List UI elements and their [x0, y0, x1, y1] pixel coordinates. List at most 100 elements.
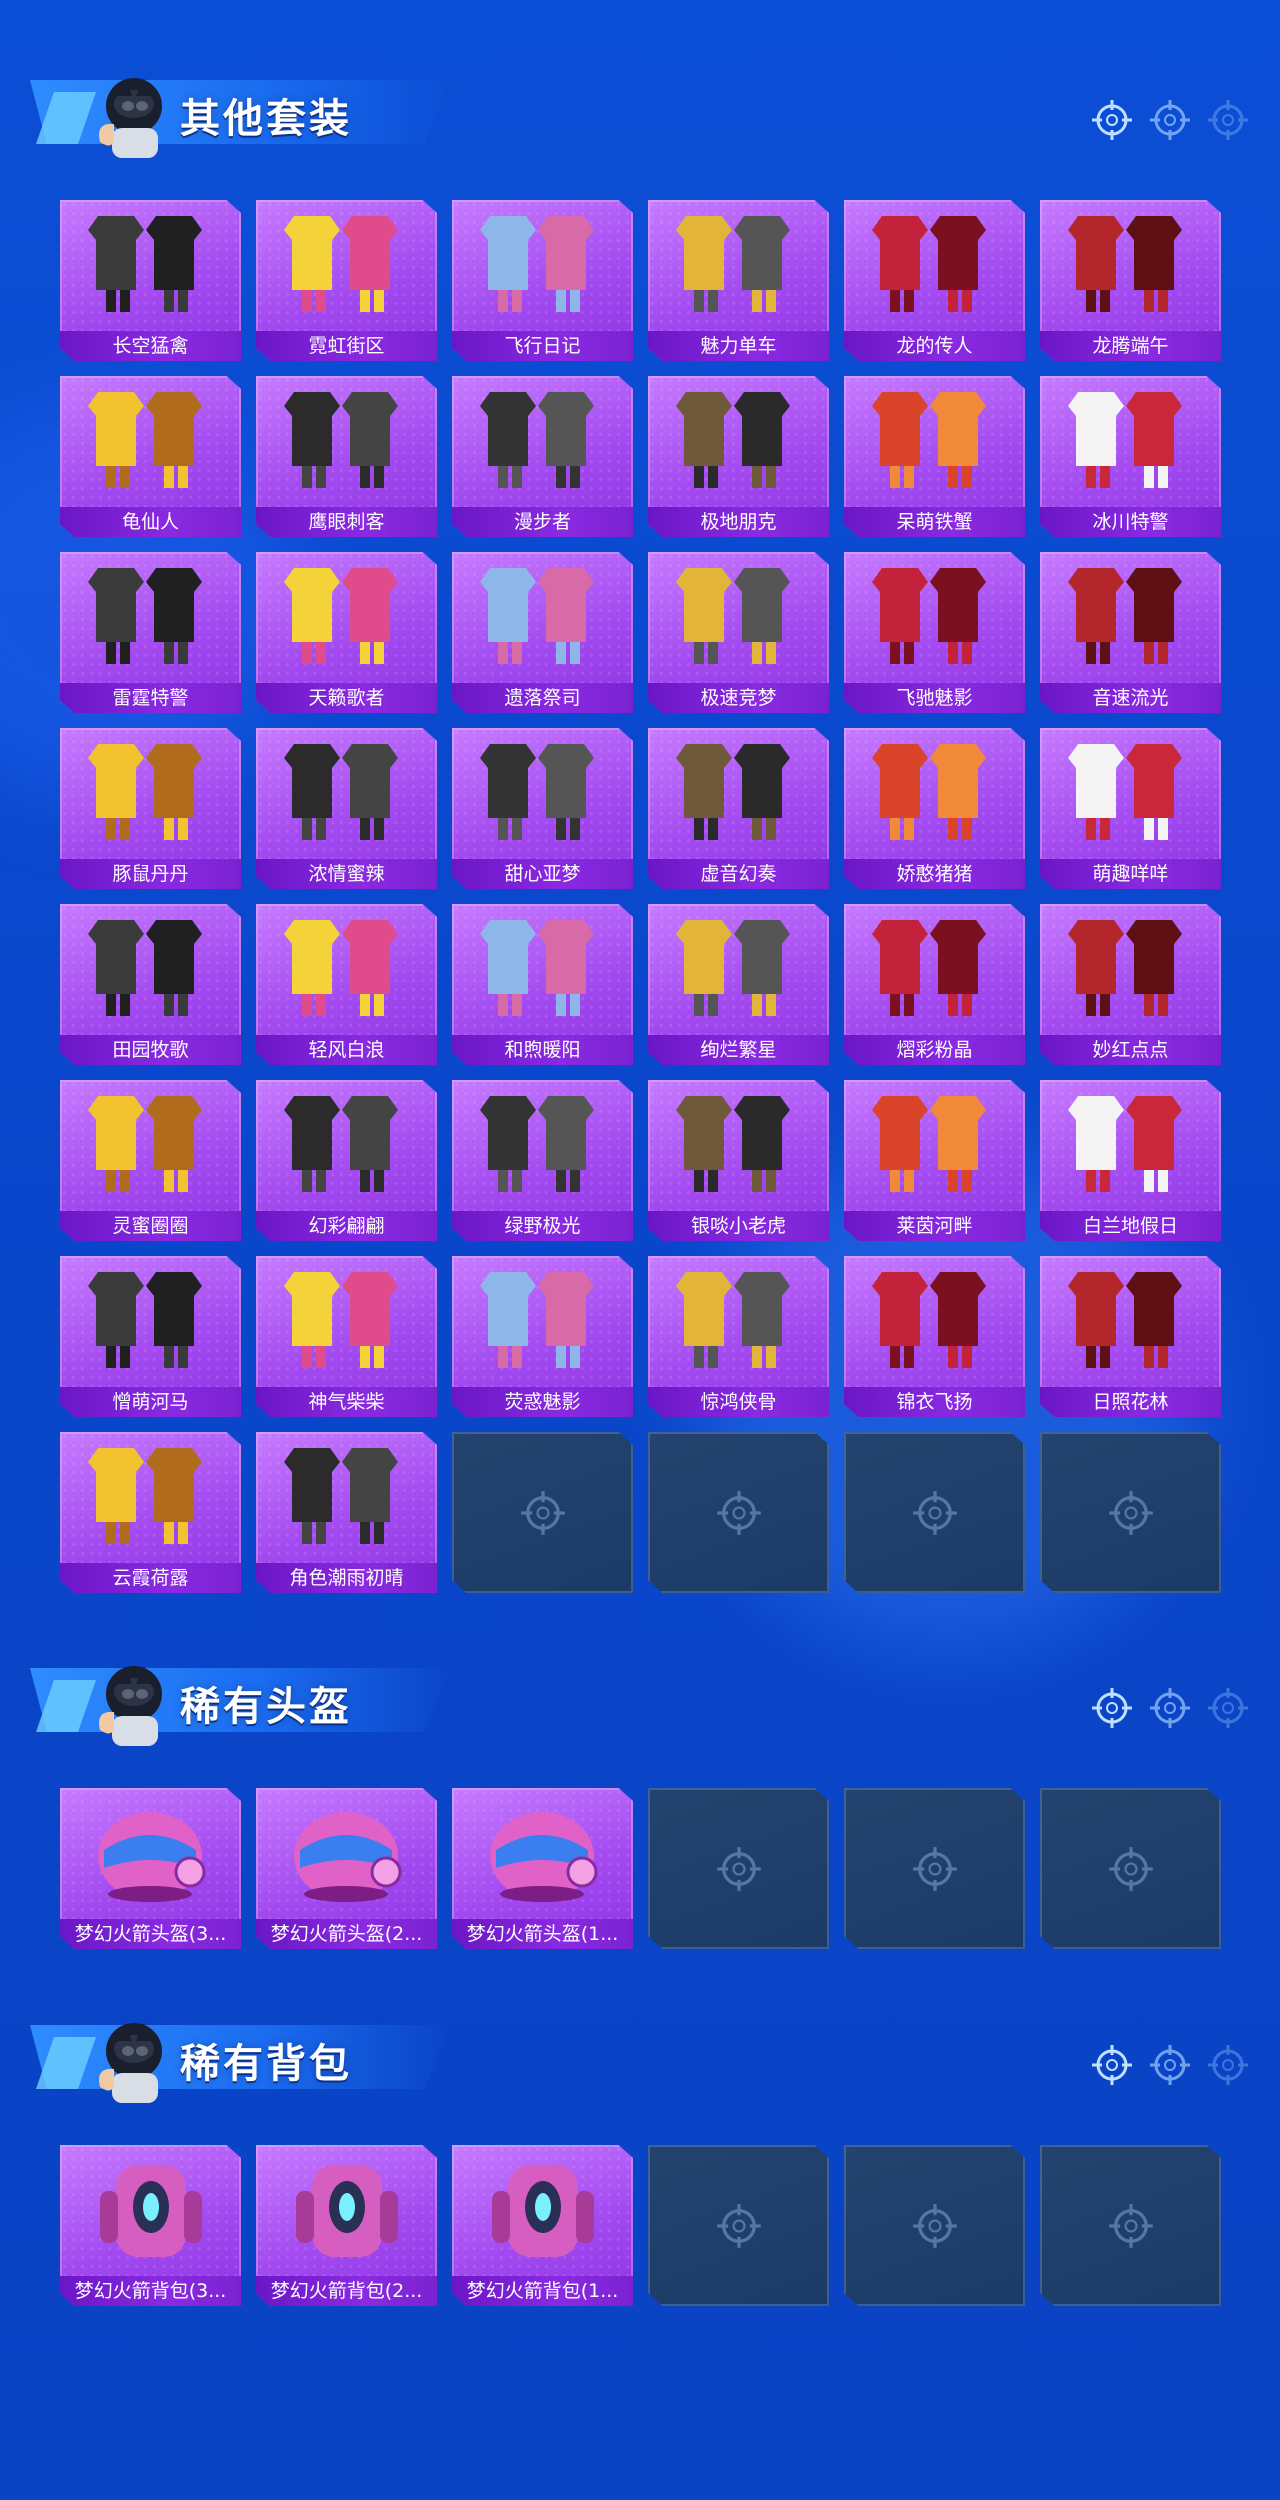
outfit-icon [88, 216, 202, 312]
item-card[interactable]: 长空猛禽 [60, 200, 241, 361]
item-card[interactable]: 飞驰魅影 [844, 552, 1025, 713]
item-card[interactable]: 梦幻火箭头盔(1... [452, 1788, 633, 1949]
item-card[interactable]: 憎萌河马 [60, 1256, 241, 1417]
outfit-icon [284, 568, 398, 664]
item-label: 日照花林 [1040, 1387, 1221, 1417]
outfit-icon [480, 568, 594, 664]
outfit-grid: 长空猛禽 霓虹街区 飞行日记 魅力单车 龙的传人 龙腾端午 龟仙人 鹰眼刺客 漫… [60, 200, 1221, 1593]
item-card[interactable]: 熠彩粉晶 [844, 904, 1025, 1065]
item-card[interactable]: 和煦暖阳 [452, 904, 633, 1065]
item-card[interactable]: 虚音幻奏 [648, 728, 829, 889]
item-label: 银啖小老虎 [648, 1211, 829, 1241]
outfit-icon [480, 392, 594, 488]
item-card[interactable]: 龙腾端午 [1040, 200, 1221, 361]
item-label: 妙红点点 [1040, 1035, 1221, 1065]
item-card[interactable]: 娇憨猪猪 [844, 728, 1025, 889]
item-card[interactable]: 银啖小老虎 [648, 1080, 829, 1241]
empty-slot [648, 1788, 829, 1949]
crosshair-target-icon [1150, 2045, 1190, 2085]
item-card[interactable]: 冰川特警 [1040, 376, 1221, 537]
crosshair-target-icon [1108, 1490, 1153, 1535]
item-label: 极地朋克 [648, 507, 829, 537]
item-label: 龙腾端午 [1040, 331, 1221, 361]
section-other-outfits: 其他套装 长空猛禽 霓虹街区 飞行日记 魅力单车 龙的传人 龙腾端午 龟仙人 鹰… [0, 40, 1280, 1593]
outfit-icon [872, 568, 986, 664]
item-card[interactable]: 霓虹街区 [256, 200, 437, 361]
item-card[interactable]: 绿野极光 [452, 1080, 633, 1241]
item-card[interactable]: 龙的传人 [844, 200, 1025, 361]
outfit-icon [676, 216, 790, 312]
item-card[interactable]: 漫步者 [452, 376, 633, 537]
section-header: 其他套装 [0, 40, 1280, 160]
backpack-icon [100, 2165, 202, 2257]
item-card[interactable]: 呆萌铁蟹 [844, 376, 1025, 537]
item-card[interactable]: 遗落祭司 [452, 552, 633, 713]
crosshair-target-icon [1092, 100, 1132, 140]
outfit-icon [872, 744, 986, 840]
helmet-grid: 梦幻火箭头盔(3... 梦幻火箭头盔(2... 梦幻火箭头盔(1... [60, 1788, 1221, 1949]
outfit-icon [872, 1096, 986, 1192]
crosshair-target-icon [1092, 2045, 1132, 2085]
item-card[interactable]: 魅力单车 [648, 200, 829, 361]
item-card[interactable]: 梦幻火箭头盔(2... [256, 1788, 437, 1949]
crosshair-target-icon [1208, 2045, 1248, 2085]
crosshair-target-icon [1150, 1688, 1190, 1728]
item-card[interactable]: 萌趣咩咩 [1040, 728, 1221, 889]
item-card[interactable]: 田园牧歌 [60, 904, 241, 1065]
helmeted-character-icon [99, 2023, 162, 2103]
item-card[interactable]: 极地朋克 [648, 376, 829, 537]
outfit-icon [88, 392, 202, 488]
item-card[interactable]: 鹰眼刺客 [256, 376, 437, 537]
item-card[interactable]: 梦幻火箭背包(1... [452, 2145, 633, 2306]
item-label: 绚烂繁星 [648, 1035, 829, 1065]
item-card[interactable]: 豚鼠丹丹 [60, 728, 241, 889]
item-card[interactable]: 音速流光 [1040, 552, 1221, 713]
crosshair-target-icon [912, 2203, 957, 2248]
item-label: 轻风白浪 [256, 1035, 437, 1065]
item-card[interactable]: 惊鸿侠骨 [648, 1256, 829, 1417]
section-title: 稀有头盔 [180, 1684, 352, 1730]
item-label: 飞行日记 [452, 331, 633, 361]
item-card[interactable]: 角色潮雨初晴 [256, 1432, 437, 1593]
crosshair-target-icon [716, 1490, 761, 1535]
item-card[interactable]: 绚烂繁星 [648, 904, 829, 1065]
outfit-icon [284, 920, 398, 1016]
item-card[interactable]: 天籁歌者 [256, 552, 437, 713]
outfit-icon [88, 1096, 202, 1192]
item-card[interactable]: 妙红点点 [1040, 904, 1221, 1065]
item-label: 冰川特警 [1040, 507, 1221, 537]
crosshair-target-icon [1108, 2203, 1153, 2248]
outfit-icon [88, 1272, 202, 1368]
item-card[interactable]: 荧惑魅影 [452, 1256, 633, 1417]
outfit-icon [88, 744, 202, 840]
item-card[interactable]: 甜心亚梦 [452, 728, 633, 889]
item-card[interactable]: 幻彩翩翩 [256, 1080, 437, 1241]
item-card[interactable]: 梦幻火箭背包(3... [60, 2145, 241, 2306]
crosshair-target-icon [716, 1846, 761, 1891]
item-label: 梦幻火箭背包(3... [60, 2276, 241, 2306]
item-card[interactable]: 日照花林 [1040, 1256, 1221, 1417]
item-card[interactable]: 极速竞梦 [648, 552, 829, 713]
item-card[interactable]: 龟仙人 [60, 376, 241, 537]
item-card[interactable]: 轻风白浪 [256, 904, 437, 1065]
item-card[interactable]: 浓情蜜辣 [256, 728, 437, 889]
item-card[interactable]: 梦幻火箭背包(2... [256, 2145, 437, 2306]
item-card[interactable]: 云霞荷露 [60, 1432, 241, 1593]
item-card[interactable]: 飞行日记 [452, 200, 633, 361]
item-label: 呆萌铁蟹 [844, 507, 1025, 537]
item-card[interactable]: 灵蜜圈圈 [60, 1080, 241, 1241]
outfit-icon [284, 1272, 398, 1368]
outfit-icon [1068, 568, 1182, 664]
outfit-icon [676, 568, 790, 664]
item-card[interactable]: 莱茵河畔 [844, 1080, 1025, 1241]
outfit-icon [1068, 744, 1182, 840]
crosshair-target-icon [912, 1490, 957, 1535]
item-label: 梦幻火箭头盔(3... [60, 1919, 241, 1949]
item-card[interactable]: 神气柴柴 [256, 1256, 437, 1417]
item-card[interactable]: 锦衣飞扬 [844, 1256, 1025, 1417]
item-card[interactable]: 雷霆特警 [60, 552, 241, 713]
item-card[interactable]: 梦幻火箭头盔(3... [60, 1788, 241, 1949]
item-label: 遗落祭司 [452, 683, 633, 713]
item-card[interactable]: 白兰地假日 [1040, 1080, 1221, 1241]
crosshair-target-icon [520, 1490, 565, 1535]
